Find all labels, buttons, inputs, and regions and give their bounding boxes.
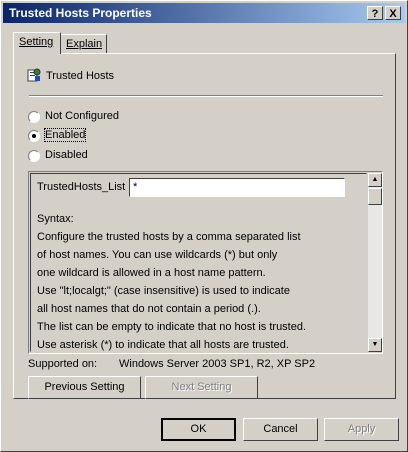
tab-setting-label: Setting [19,36,54,48]
supported-on-value: Windows Server 2003 SP1, R2, XP SP2 [119,358,316,370]
description-line: one wildcard is allowed in a host name p… [37,267,266,279]
scroll-up-arrow-icon[interactable]: ▲ [368,173,382,187]
previous-setting-button[interactable]: Previous Setting [28,376,141,399]
description-line: all host names that do not contain a per… [37,303,261,315]
ok-button[interactable]: OK [161,418,236,441]
radio-label: Not Configured [45,110,119,122]
properties-dialog: Trusted Hosts Properties ? X Setting Exp… [0,0,408,452]
tab-explain[interactable]: Explain [60,34,107,53]
scroll-thumb[interactable] [368,188,382,205]
trusted-hosts-label: TrustedHosts_List [37,181,126,193]
radio-button[interactable] [28,130,40,142]
close-button[interactable]: X [385,6,401,20]
trusted-hosts-input[interactable]: * [129,178,345,197]
description-line: The list can be empty to indicate that n… [37,321,307,333]
title-bar[interactable]: Trusted Hosts Properties ? X [3,3,405,23]
radio-label: Disabled [45,149,88,161]
description-line: Use asterisk (*) to indicate that all ho… [37,339,289,351]
description-text: Syntax: Configure the trusted hosts by a… [37,210,357,354]
separator [29,95,383,97]
supported-on-label: Supported on: [28,358,98,370]
description-line: of host names. You can use wildcards (*)… [37,249,278,261]
policy-name: Trusted Hosts [46,70,115,82]
description-line: Syntax: [37,213,74,225]
help-button[interactable]: ? [367,6,383,20]
options-scroll-area: TrustedHosts_List * Syntax: Configure th… [30,173,367,352]
apply-button[interactable]: Apply [324,418,399,441]
radio-button[interactable] [28,150,40,162]
description-line: Configure the trusted hosts by a comma s… [37,231,301,243]
window-title: Trusted Hosts Properties [9,6,152,20]
radio-button[interactable] [28,111,40,123]
policy-setting-icon [27,68,41,82]
options-box: TrustedHosts_List * Syntax: Configure th… [28,171,383,354]
scroll-down-arrow-icon[interactable]: ▼ [368,338,382,352]
radio-label: Enabled [43,128,87,142]
vertical-scrollbar[interactable]: ▲ ▼ [368,173,382,352]
tab-explain-label: Explain [66,38,103,50]
description-line: Use "lt;localgt;" (case insensitive) is … [37,285,290,297]
next-setting-button[interactable]: Next Setting [145,376,258,399]
tab-setting[interactable]: Setting [13,32,61,54]
cancel-button[interactable]: Cancel [243,418,318,441]
